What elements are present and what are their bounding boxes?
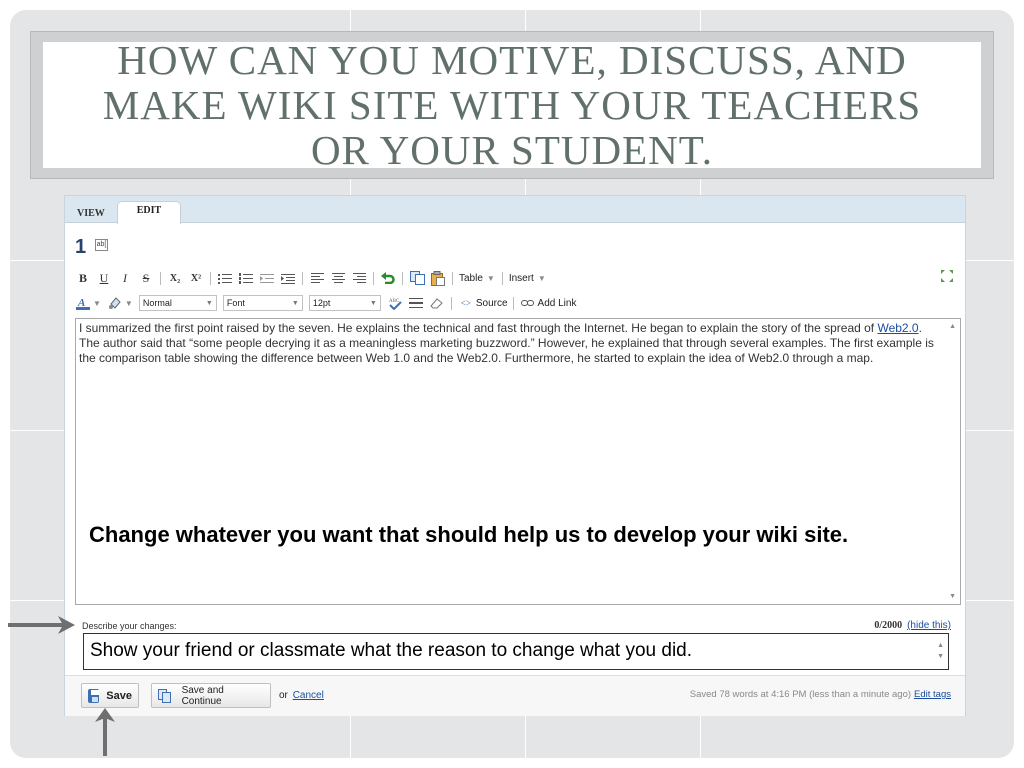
- scroll-up-icon[interactable]: ▲: [949, 323, 956, 330]
- edit-tags-link[interactable]: Edit tags: [914, 689, 951, 700]
- eraser-icon[interactable]: [429, 294, 445, 312]
- source-button[interactable]: Source: [476, 298, 508, 309]
- tab-bar: VIEW EDIT: [65, 196, 965, 224]
- font-size-select[interactable]: 12pt ▼: [308, 295, 381, 311]
- toolbar-divider: [373, 271, 374, 285]
- save-status-text: Saved 78 words at 4:16 PM (less than a m…: [689, 689, 912, 700]
- chevron-down-icon[interactable]: ▼: [538, 274, 546, 283]
- chevron-down-icon: ▼: [205, 299, 213, 307]
- page-title: 1: [75, 236, 87, 258]
- insert-menu[interactable]: Insert: [509, 273, 534, 284]
- align-right-icon[interactable]: [351, 269, 367, 287]
- copy-icon[interactable]: [409, 269, 425, 287]
- svg-text:ABC: ABC: [389, 299, 400, 304]
- align-center-icon[interactable]: [330, 269, 346, 287]
- hide-this-link[interactable]: (hide this): [907, 620, 951, 631]
- toolbar-divider: [501, 271, 503, 285]
- toolbar-divider: [402, 271, 403, 285]
- font-size-value: 12pt: [312, 298, 331, 308]
- editor-text-start: I summarized the first point raised by t…: [79, 321, 878, 335]
- title-box: HOW CAN YOU MOTIVE, DISCUSS, AND MAKE WI…: [43, 37, 981, 172]
- chevron-down-icon[interactable]: ▼: [487, 274, 495, 283]
- scroll-down-icon[interactable]: ▼: [949, 593, 956, 600]
- bold-button[interactable]: B: [75, 269, 91, 287]
- character-count-value: 0/2000: [874, 620, 903, 631]
- add-link-button[interactable]: Add Link: [538, 298, 577, 309]
- chevron-down-icon[interactable]: ▼: [125, 299, 133, 308]
- arrow-up-icon: [95, 708, 115, 756]
- strikethrough-button[interactable]: S: [138, 269, 154, 287]
- toolbar-divider: [452, 271, 453, 285]
- outdent-icon[interactable]: [259, 269, 275, 287]
- toolbar-divider: [512, 296, 514, 310]
- paragraph-style-select[interactable]: Normal ▼: [138, 295, 217, 311]
- editor-textarea[interactable]: I summarized the first point raised by t…: [75, 318, 961, 605]
- scroll-arrows-icon[interactable]: ▲ ▼: [937, 640, 944, 662]
- superscript-button[interactable]: X²: [188, 269, 204, 287]
- save-and-continue-label: Save and Continue: [181, 684, 224, 707]
- toolbar-divider: [160, 271, 161, 285]
- format-toolbar: B U I S X₂ X² Table ▼ Insert ▼: [75, 267, 955, 289]
- spellcheck-icon[interactable]: ABC: [387, 294, 403, 312]
- cancel-link[interactable]: Cancel: [293, 690, 324, 701]
- chevron-down-icon: ▼: [291, 299, 299, 307]
- align-left-icon[interactable]: [309, 269, 325, 287]
- style-toolbar: A ▼ ▼ Normal ▼ Font ▼ 12pt ▼ ABC <> Source …: [75, 292, 955, 314]
- toolbar-divider: [450, 296, 452, 310]
- web2-link[interactable]: Web2.0: [877, 321, 918, 335]
- toolbar-divider: [302, 271, 303, 285]
- indent-icon[interactable]: [280, 269, 296, 287]
- numbered-list-icon[interactable]: [238, 269, 254, 287]
- save-button[interactable]: Save: [81, 683, 139, 708]
- font-select[interactable]: Font ▼: [222, 295, 303, 311]
- font-value: Font: [226, 298, 245, 308]
- link-icon: [520, 294, 536, 312]
- subscript-button[interactable]: X₂: [167, 269, 183, 287]
- paste-icon[interactable]: [430, 269, 446, 287]
- font-color-icon[interactable]: A: [75, 294, 91, 312]
- table-menu[interactable]: Table: [459, 273, 483, 284]
- chevron-down-icon[interactable]: ▼: [93, 299, 101, 308]
- slide-title: HOW CAN YOU MOTIVE, DISCUSS, AND MAKE WI…: [102, 36, 922, 173]
- describe-changes-value: Show your friend or classmate what the r…: [90, 640, 693, 661]
- undo-icon[interactable]: [380, 269, 396, 287]
- or-label: or: [279, 690, 288, 701]
- chevron-down-icon: ▼: [369, 299, 377, 307]
- character-count: 0/2000 (hide this): [874, 620, 951, 631]
- save-button-label: Save: [106, 689, 132, 702]
- arrow-right-icon: [8, 616, 75, 634]
- save-and-continue-button[interactable]: Save and Continue: [151, 683, 271, 708]
- overlay-instruction: Change whatever you want that should hel…: [89, 522, 849, 547]
- describe-changes-label: Describe your changes:: [82, 621, 177, 631]
- floppy-disk-icon: [88, 688, 100, 703]
- save-continue-icon: [158, 688, 172, 703]
- save-status: Saved 78 words at 4:16 PM (less than a m…: [690, 689, 951, 700]
- tab-edit[interactable]: EDIT: [117, 201, 181, 224]
- toolbar-divider: [210, 271, 211, 285]
- horizontal-rule-icon[interactable]: [408, 294, 424, 312]
- bullet-list-icon[interactable]: [217, 269, 233, 287]
- highlight-color-icon[interactable]: [107, 294, 123, 312]
- tab-view[interactable]: VIEW: [77, 208, 105, 219]
- italic-button[interactable]: I: [117, 269, 133, 287]
- underline-button[interactable]: U: [96, 269, 112, 287]
- title-frame: HOW CAN YOU MOTIVE, DISCUSS, AND MAKE WI…: [30, 31, 994, 179]
- fullscreen-icon[interactable]: [941, 270, 953, 285]
- paragraph-style-value: Normal: [142, 298, 172, 308]
- editor-content: I summarized the first point raised by t…: [79, 321, 944, 366]
- or-cancel: or Cancel: [279, 690, 324, 701]
- wiki-editor-window: VIEW EDIT 1 ab[ B U I S X₂ X² Table ▼ In…: [64, 195, 966, 716]
- source-code-icon: <>: [460, 298, 471, 308]
- describe-changes-input[interactable]: Show your friend or classmate what the r…: [83, 633, 949, 670]
- rename-icon[interactable]: ab[: [95, 239, 108, 251]
